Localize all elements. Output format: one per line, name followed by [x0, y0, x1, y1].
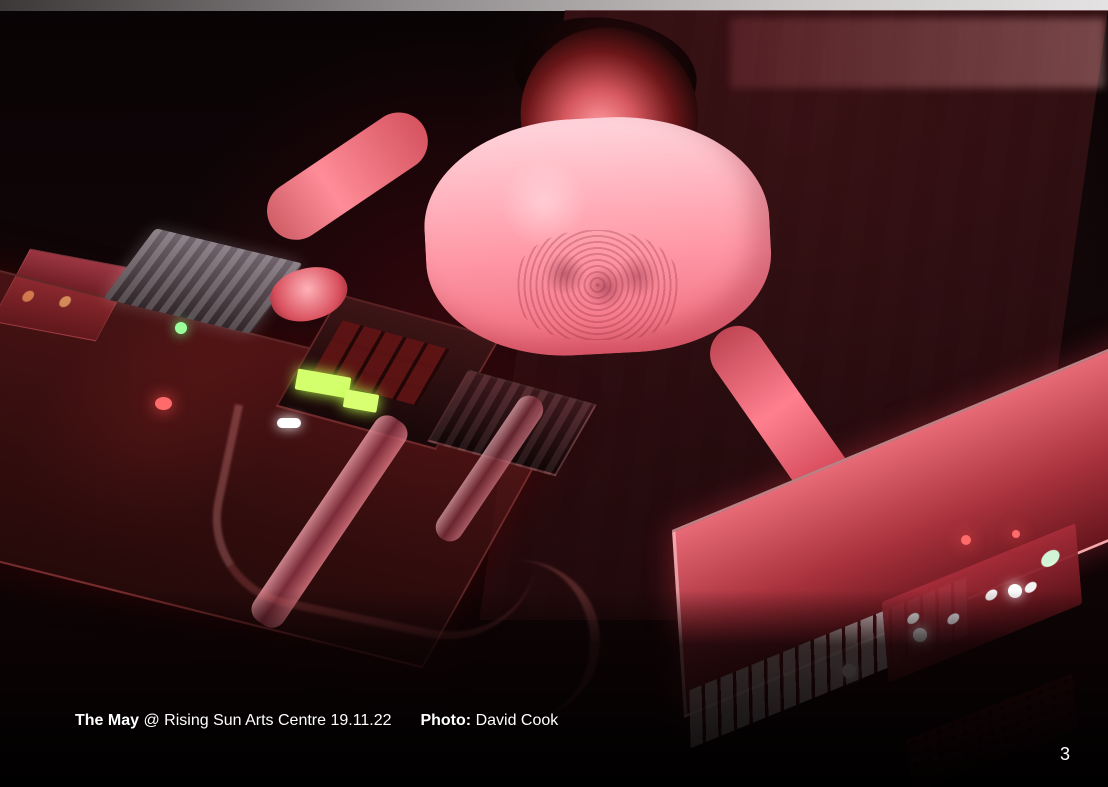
red-light-synth-1 — [961, 535, 971, 545]
performer-left-arm — [255, 101, 440, 252]
page-number: 3 — [1059, 744, 1070, 764]
white-light-left — [277, 418, 301, 428]
caption-venue: @ Rising Sun Arts Centre 19.11.22 — [143, 712, 392, 729]
photographer-name: David Cook — [475, 712, 559, 729]
document-page: The May @ Rising Sun Arts Centre 19.11.2… — [0, 0, 1108, 787]
wall-light — [730, 18, 1105, 88]
floor-shadow — [0, 590, 1108, 787]
red-light-left — [155, 397, 172, 410]
red-light-synth-2 — [1012, 530, 1020, 538]
photo-caption: The May @ Rising Sun Arts Centre 19.11.2… — [75, 711, 558, 731]
photo-label: Photo: — [420, 712, 472, 729]
shirt-print — [515, 230, 680, 340]
green-light — [175, 322, 187, 334]
caption-title: The May — [75, 712, 140, 729]
